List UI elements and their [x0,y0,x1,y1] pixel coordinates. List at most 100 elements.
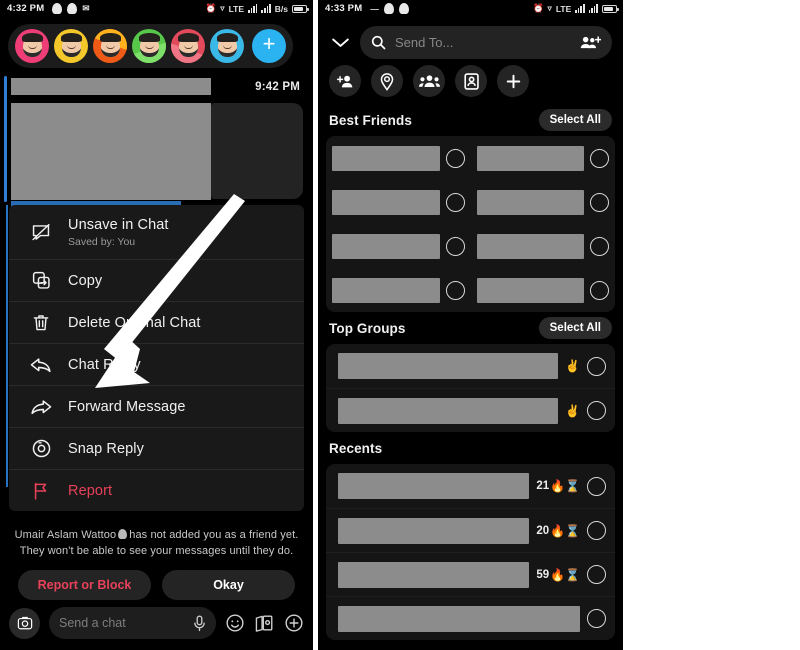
select-checkbox[interactable] [445,236,465,256]
friend-cell[interactable] [326,180,471,224]
thumbs-down-reaction-button[interactable] [171,29,205,63]
select-checkbox[interactable] [587,521,606,540]
select-checkbox[interactable] [587,401,606,420]
menu-item-forward-message[interactable]: Forward Message [9,385,304,427]
camera-button[interactable] [9,607,40,639]
redacted-friend-name [476,233,584,259]
chevron-down-icon[interactable] [329,36,351,49]
message-bubble[interactable] [211,103,303,199]
smiley-icon[interactable] [225,613,245,633]
screenshot-canvas: 4:32 PM ✉ ⏰ ▿ LTE B/s + 9:42 PM Unsave i… [0,0,800,650]
select-all-button[interactable]: Select All [538,317,612,339]
select-checkbox[interactable] [587,476,606,496]
ghost-icon [118,529,128,539]
friend-cell[interactable] [471,268,616,312]
friend-cell[interactable] [326,268,471,312]
send-to-list[interactable]: Best Friends Select All Top Groups Selec… [318,104,623,650]
friend-cell[interactable] [326,136,471,180]
add-friends-icon[interactable] [580,35,601,50]
send-to-search-input[interactable]: Send To... [360,25,612,59]
friend-cell[interactable] [471,136,616,180]
select-all-button[interactable]: Select All [538,109,612,131]
plus-icon[interactable] [284,613,304,633]
friend-cell[interactable] [471,224,616,268]
streak-count: 20 [536,524,550,537]
unsave-chat-icon [28,220,54,244]
section-header-best-friends: Best Friends Select All [318,104,623,136]
message-icon: ✉ [82,3,90,13]
camera-icon [28,437,54,461]
microphone-icon[interactable] [193,615,206,632]
left-phone-screenshot: 4:32 PM ✉ ⏰ ▿ LTE B/s + 9:42 PM Unsave i… [0,0,313,650]
snapchat-ghost-icon [398,3,409,14]
group-button[interactable] [413,65,445,97]
friend-cell[interactable] [326,224,471,268]
fire-reaction-button[interactable] [93,29,127,63]
cry-reaction-button[interactable] [54,29,88,63]
select-checkbox[interactable] [590,280,609,300]
more-reactions-button[interactable]: + [252,29,286,63]
select-checkbox[interactable] [590,148,609,168]
heart-reaction-button[interactable] [15,29,49,63]
thumbs-up-reaction-button[interactable] [132,29,166,63]
recent-row[interactable]: 21 🔥⌛ [326,464,615,508]
select-checkbox[interactable] [445,148,465,168]
reaction-picker-bar[interactable]: + [8,24,293,68]
battery-icon [602,4,619,13]
search-placeholder: Send To... [395,34,454,50]
redacted-friend-name [476,145,584,171]
recent-row[interactable] [326,596,615,640]
signal-bars-icon [261,4,271,13]
menu-item-chat-reply[interactable]: Chat Reply [9,343,304,385]
trash-icon [28,311,54,335]
chat-text-field[interactable]: Send a chat [49,607,216,639]
okay-button[interactable]: Okay [162,570,295,600]
select-checkbox[interactable] [587,565,606,584]
notice-buttons: Report or Block Okay [0,570,313,600]
select-checkbox[interactable] [445,192,465,212]
menu-item-label: Unsave in Chat [68,216,169,233]
redacted-recent-name [338,561,530,588]
saved-message-indicator [4,76,7,202]
more-button[interactable] [497,65,529,97]
friend-cell[interactable] [471,180,616,224]
chat-input-bar: Send a chat [0,602,313,644]
select-checkbox[interactable] [587,609,606,628]
menu-item-copy[interactable]: Copy [9,259,304,301]
recent-row[interactable]: 20 🔥⌛ [326,508,615,552]
menu-item-sublabel: Saved by: You [68,235,136,248]
menu-item-snap-reply[interactable]: Snap Reply [9,427,304,469]
neutral-reaction-button[interactable] [210,29,244,63]
redacted-recent-name [338,517,530,544]
best-friends-grid [326,136,615,312]
copy-icon [28,269,54,293]
search-icon [371,35,386,50]
contact-card-button[interactable] [455,65,487,97]
streak-emoji: 🔥⌛ [550,567,580,582]
location-button[interactable] [371,65,403,97]
select-checkbox[interactable] [445,280,465,300]
redacted-group-name [338,353,559,379]
network-type-label: LTE [555,3,572,14]
report-or-block-button[interactable]: Report or Block [18,570,151,600]
menu-item-report[interactable]: Report [9,469,304,511]
select-checkbox[interactable] [590,236,609,256]
sticker-icon[interactable] [254,613,275,633]
forward-arrow-icon [28,395,54,419]
group-row[interactable]: ✌️ [326,388,615,432]
group-row[interactable]: ✌️ [326,344,615,388]
recent-row[interactable]: 59 🔥⌛ [326,552,615,596]
select-checkbox[interactable] [587,356,606,376]
status-system-icons: ⏰ ▿ LTE [533,3,619,14]
recent-meta: 21 🔥⌛ [536,480,580,492]
message-timestamp: 9:42 PM [255,81,300,93]
menu-item-delete-original-chat[interactable]: Delete Original Chat [9,301,304,343]
add-person-button[interactable] [329,65,361,97]
status-notification-icons: — [370,3,409,14]
quick-actions-row [318,64,623,98]
streak-emoji: 🔥⌛ [550,523,580,538]
select-checkbox[interactable] [590,192,609,212]
peace-hand-emoji: ✌️ [565,359,580,373]
menu-item-unsave-in-chat[interactable]: Unsave in Chat Saved by: You [9,205,304,259]
redacted-friend-name [332,145,440,171]
